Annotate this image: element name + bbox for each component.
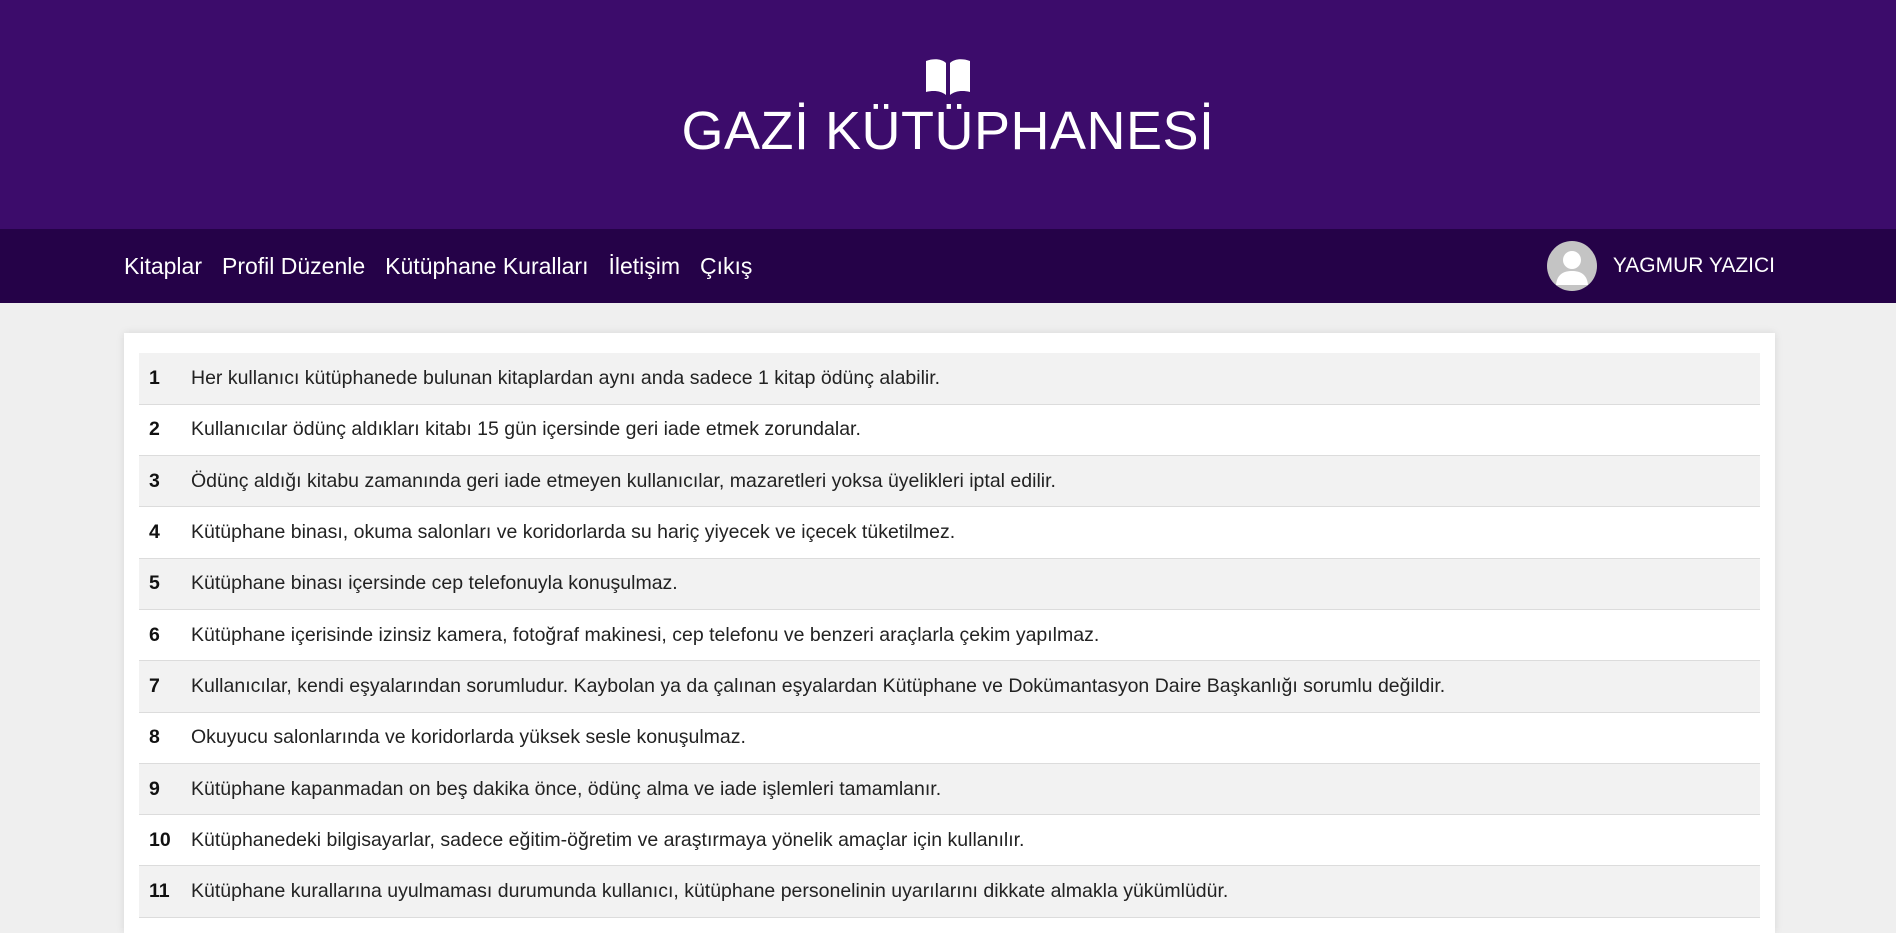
nav-link-profil-duzenle[interactable]: Profil Düzenle (222, 253, 365, 280)
rules-card: 1 Her kullanıcı kütüphanede bulunan kitap… (124, 333, 1775, 933)
rule-number: 8 (139, 712, 191, 764)
rule-text: Kullanıcılar, kendi eşyalarından sorumlu… (191, 660, 1760, 713)
table-row: 1 Her kullanıcı kütüphanede bulunan kitap… (139, 353, 1760, 405)
rule-number: 6 (139, 609, 191, 662)
rule-number: 11 (139, 865, 191, 918)
nav-link-iletisim[interactable]: İletişim (608, 253, 680, 280)
nav-link-cikis[interactable]: Çıkış (700, 253, 752, 280)
table-row: 2 Kullanıcılar ödünç aldıkları kitabı 15 … (139, 404, 1760, 457)
main-navbar: Kitaplar Profil Düzenle Kütüphane Kurall… (0, 229, 1896, 303)
table-row: 9 Kütüphane kapanmadan on beş dakika önce… (139, 763, 1760, 816)
site-title: GAZİ KÜTÜPHANESİ (681, 101, 1215, 161)
table-row: 5 Kütüphane binası içersinde cep telefonu… (139, 558, 1760, 610)
rule-text: Kütüphane binası, okuma salonları ve kor… (191, 506, 1760, 559)
table-row: 8 Okuyucu salonlarında ve koridorlarda yü… (139, 712, 1760, 764)
rule-text: Kütüphane kurallarına uyulmaması durumun… (191, 865, 1760, 918)
user-name[interactable]: YAGMUR YAZICI (1613, 254, 1775, 278)
avatar-user-icon (1555, 251, 1588, 285)
table-row: 7 Kullanıcılar, kendi eşyalarından soruml… (139, 660, 1760, 713)
rule-text: Kütüphane içerisinde izinsiz kamera, fot… (191, 609, 1760, 662)
rule-text: Kütüphane binası içersinde cep telefonuy… (191, 558, 1760, 610)
rule-number: 7 (139, 660, 191, 713)
user-menu[interactable]: YAGMUR YAZICI (1546, 229, 1775, 303)
table-row: 6 Kütüphane içerisinde izinsiz kamera, fo… (139, 609, 1760, 662)
table-row: 4 Kütüphane binası, okuma salonları ve ko… (139, 506, 1760, 559)
table-row: 11 Kütüphane kurallarına uyulmaması durum… (139, 865, 1760, 918)
rule-number: 9 (139, 763, 191, 816)
rule-number: 1 (139, 353, 191, 405)
site-header: GAZİ KÜTÜPHANESİ (0, 0, 1896, 229)
rule-number: 2 (139, 404, 191, 457)
nav-link-kutuphane-kurallari[interactable]: Kütüphane Kuralları (385, 253, 588, 280)
avatar[interactable] (1546, 241, 1597, 291)
rule-number: 10 (139, 814, 191, 867)
rule-text: Her kullanıcı kütüphanede bulunan kitapl… (191, 353, 1760, 405)
rules-table: 1 Her kullanıcı kütüphanede bulunan kitap… (139, 353, 1760, 918)
rule-number: 3 (139, 455, 191, 508)
rule-number: 5 (139, 558, 191, 610)
rule-text: Kullanıcılar ödünç aldıkları kitabı 15 g… (191, 404, 1760, 457)
rule-text: Kütüphane kapanmadan on beş dakika önce,… (191, 763, 1760, 816)
rule-text: Kütüphanedeki bilgisayarlar, sadece eğit… (191, 814, 1760, 867)
table-row: 10 Kütüphanedeki bilgisayarlar, sadece eğ… (139, 814, 1760, 867)
nav-links: Kitaplar Profil Düzenle Kütüphane Kurall… (124, 229, 772, 303)
rule-number: 4 (139, 506, 191, 559)
open-book-icon (926, 59, 970, 95)
rule-text: Okuyucu salonlarında ve koridorlarda yük… (191, 712, 1760, 764)
nav-link-kitaplar[interactable]: Kitaplar (124, 253, 202, 280)
rule-text: Ödünç aldığı kitabu zamanında geri iade … (191, 455, 1760, 508)
table-row: 3 Ödünç aldığı kitabu zamanında geri iade… (139, 455, 1760, 508)
